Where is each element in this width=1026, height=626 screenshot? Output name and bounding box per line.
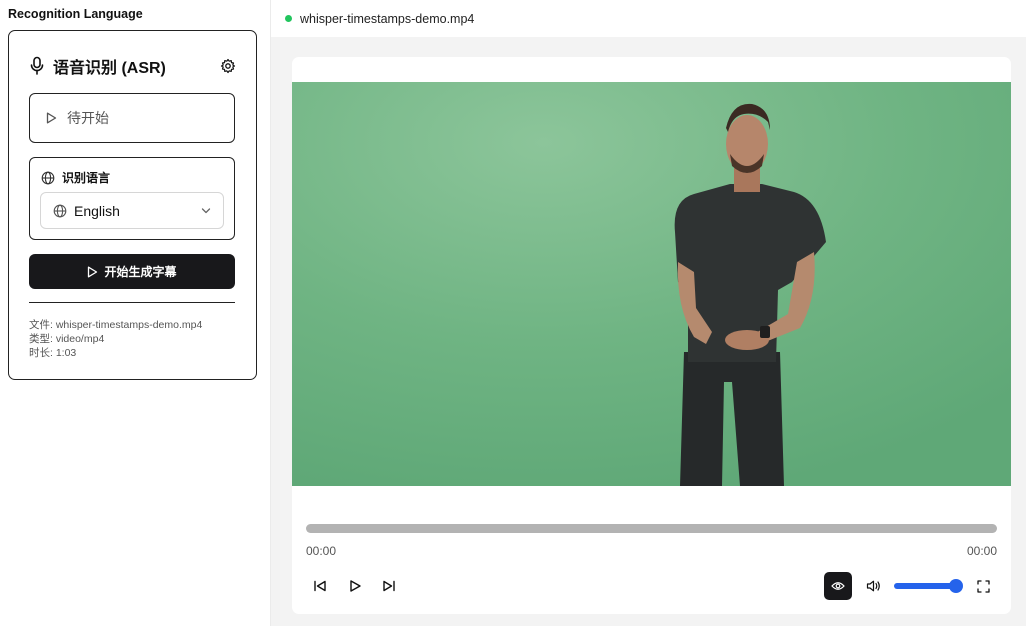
volume-button[interactable] — [861, 574, 885, 598]
volume-icon — [866, 580, 880, 592]
status-indicator: 待开始 — [29, 93, 235, 143]
status-text: 待开始 — [67, 110, 109, 126]
subtitle-visibility-button[interactable] — [824, 572, 852, 600]
fullscreen-button[interactable] — [971, 574, 995, 598]
play-outline-icon — [88, 266, 98, 277]
language-select-value: English — [74, 202, 120, 219]
language-section-label: 识别语言 — [62, 171, 111, 185]
current-time: 00:00 — [306, 544, 337, 558]
file-name: whisper-timestamps-demo.mp4 — [300, 11, 475, 26]
start-subtitle-label: 开始生成字幕 — [104, 265, 177, 279]
asr-card-header: 语音识别 (ASR) — [29, 55, 236, 77]
skip-forward-button[interactable] — [377, 574, 401, 598]
language-section-header: 识别语言 — [41, 169, 110, 186]
panel-heading: Recognition Language — [8, 7, 143, 21]
asr-title: 语音识别 (ASR) — [53, 60, 166, 77]
video-frame[interactable] — [292, 82, 1011, 486]
meta-file: 文件: whisper-timestamps-demo.mp4 — [29, 319, 203, 331]
globe-icon — [41, 171, 55, 184]
eye-icon — [831, 582, 845, 590]
left-panel: Recognition Language 语音识别 (ASR) 待开始 识别语言… — [0, 0, 270, 626]
meta-type: 类型: video/mp4 — [29, 333, 105, 345]
fullscreen-icon — [976, 579, 990, 593]
meta-duration: 时长: 1:03 — [29, 347, 77, 359]
language-section: 识别语言 English — [29, 157, 235, 240]
play-outline-icon — [46, 112, 57, 124]
main-area: whisper-timestamps-demo.mp4 00:00 00:00 — [270, 0, 1026, 626]
progress-bar[interactable] — [306, 524, 997, 533]
play-button[interactable] — [343, 574, 367, 598]
total-time: 00:00 — [966, 544, 997, 558]
microphone-icon — [30, 56, 44, 75]
language-select[interactable]: English — [40, 192, 224, 229]
volume-slider-handle[interactable] — [949, 579, 963, 593]
skip-back-icon — [314, 580, 326, 592]
skip-forward-icon — [383, 580, 395, 592]
file-header: whisper-timestamps-demo.mp4 — [271, 0, 1026, 37]
settings-gear-icon[interactable] — [220, 58, 236, 74]
file-meta: 文件: whisper-timestamps-demo.mp4 类型: vide… — [29, 318, 202, 360]
skip-back-button[interactable] — [308, 574, 332, 598]
play-icon — [350, 580, 361, 592]
chevron-down-icon — [201, 207, 211, 213]
asr-card: 语音识别 (ASR) 待开始 识别语言 English 开始生成字幕 文件: w… — [8, 30, 257, 380]
status-dot — [285, 15, 292, 22]
globe-icon — [53, 204, 67, 217]
video-player: 00:00 00:00 — [292, 57, 1011, 614]
divider — [29, 302, 235, 303]
start-subtitle-button[interactable]: 开始生成字幕 — [29, 254, 235, 289]
